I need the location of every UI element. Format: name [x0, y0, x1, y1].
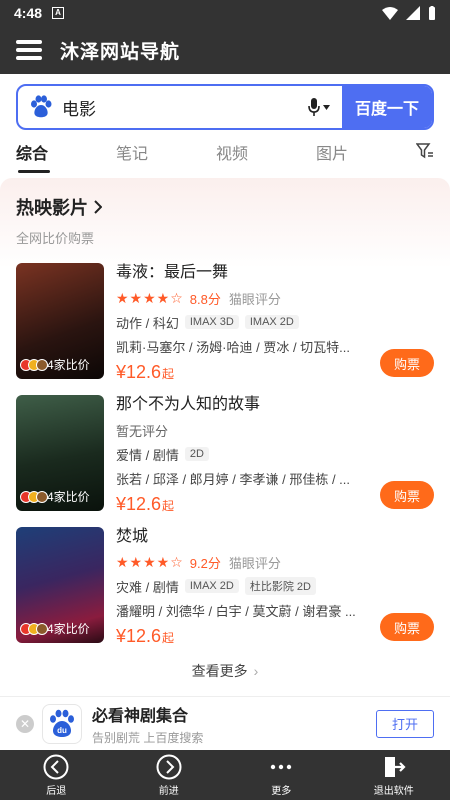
- movie-poster[interactable]: 4家比价: [16, 395, 104, 511]
- status-bar: 4:48 A: [0, 0, 450, 26]
- movie-item[interactable]: 4家比价 那个不为人知的故事 暂无评分 爱情 / 剧情 2D 张若 / 邱泽 /…: [16, 395, 434, 514]
- bottom-nav: 后退 前进 更多 退出软件: [0, 750, 450, 800]
- no-rating-text: 暂无评分: [116, 424, 169, 439]
- chevron-right-icon: ›: [253, 663, 259, 679]
- ad-banner[interactable]: ✕ du 必看神剧集合 告别剧荒 上百度搜索 打开: [0, 696, 450, 750]
- movie-item[interactable]: 4家比价 毒液：最后一舞 ★★★★☆ 8.8分 猫眼评分 动作 / 科幻 IMA…: [16, 263, 434, 382]
- movie-title: 毒液：最后一舞: [116, 264, 229, 281]
- ad-title: 必看神剧集合: [92, 707, 189, 725]
- buy-ticket-button[interactable]: 购票: [380, 613, 434, 641]
- movie-genre: 动作 / 科幻: [116, 315, 179, 331]
- more-icon: [271, 764, 292, 769]
- score-source: 猫眼评分: [228, 291, 281, 307]
- price-compare-badge: 4家比价: [20, 620, 90, 637]
- movie-rating: ★★★★☆ 9.2分 猫眼评分: [116, 553, 434, 571]
- movie-genre: 灾难 / 剧情: [116, 579, 179, 595]
- nav-exit-button[interactable]: 退出软件: [338, 750, 450, 800]
- exit-icon: [384, 756, 406, 777]
- voice-search-button[interactable]: [308, 98, 330, 116]
- price-compare-badge: 4家比价: [20, 488, 90, 505]
- baidu-paw-icon: [31, 95, 52, 118]
- movie-score: 9.2分: [189, 555, 221, 571]
- nav-more-button[interactable]: 更多: [225, 750, 338, 800]
- tab-images[interactable]: 图片: [316, 140, 416, 164]
- ad-subtitle: 告别剧荒 上百度搜索: [92, 730, 204, 745]
- now-showing-card: 热映影片 全网比价购票 4家比价 毒液：最后一舞 ★★★★☆ 8.8分 猫眼评分…: [0, 178, 450, 691]
- signal-icon: [406, 6, 420, 20]
- format-tag: 杜比影院 2D: [244, 577, 316, 595]
- buy-ticket-button[interactable]: 购票: [380, 349, 434, 377]
- search-tabs: 综合 笔记 视频 图片: [0, 130, 450, 174]
- format-tag: IMAX 2D: [184, 579, 239, 593]
- movie-cast: 凯莉·马塞尔 / 汤姆·哈迪 / 贾冰 / 切瓦特...: [116, 340, 351, 355]
- notification-icon: A: [52, 7, 65, 19]
- app-bar: 沐泽网站导航: [0, 26, 450, 74]
- movie-genre: 爱情 / 剧情: [116, 447, 179, 463]
- microphone-icon: [308, 98, 320, 116]
- baidu-logo-icon: du: [42, 703, 82, 744]
- tab-notes[interactable]: 笔记: [116, 140, 216, 164]
- search-input[interactable]: [54, 86, 308, 128]
- forward-icon: [156, 754, 182, 779]
- price-compare-badge: 4家比价: [20, 356, 90, 373]
- movie-score: 8.8分: [189, 291, 221, 307]
- back-icon: [43, 754, 69, 779]
- format-tag: IMAX 3D: [184, 315, 239, 329]
- open-button[interactable]: 打开: [376, 709, 434, 738]
- status-time: 4:48: [14, 5, 43, 21]
- caret-down-icon: [323, 104, 330, 110]
- star-rating-icon: ★★★★☆: [116, 289, 184, 306]
- section-title[interactable]: 热映影片: [16, 194, 434, 220]
- wifi-icon: [382, 6, 398, 20]
- view-more-link[interactable]: 查看更多 ›: [16, 661, 434, 681]
- menu-icon[interactable]: [16, 40, 42, 60]
- movie-title: 那个不为人知的故事: [116, 396, 261, 413]
- svg-text:du: du: [57, 726, 67, 735]
- tab-video[interactable]: 视频: [216, 140, 316, 164]
- battery-icon: [429, 6, 435, 20]
- movie-poster[interactable]: 4家比价: [16, 527, 104, 643]
- movie-item[interactable]: 4家比价 焚城 ★★★★☆ 9.2分 猫眼评分 灾难 / 剧情 IMAX 2D …: [16, 527, 434, 646]
- nav-forward-button[interactable]: 前进: [113, 750, 226, 800]
- score-source: 猫眼评分: [228, 555, 281, 571]
- search-bar: 百度一下: [16, 84, 434, 130]
- app-title: 沐泽网站导航: [60, 41, 181, 63]
- format-tag: 2D: [184, 447, 209, 461]
- section-subtitle: 全网比价购票: [16, 231, 95, 246]
- search-button[interactable]: 百度一下: [342, 86, 432, 128]
- nav-back-button[interactable]: 后退: [0, 750, 113, 800]
- movie-title: 焚城: [116, 528, 149, 545]
- movie-cast: 张若 / 邱泽 / 郎月婷 / 李孝谦 / 邢佳栋 / ...: [116, 472, 351, 487]
- movie-rating: ★★★★☆ 8.8分 猫眼评分: [116, 289, 434, 307]
- tab-all[interactable]: 综合: [16, 140, 116, 173]
- movie-cast: 潘耀明 / 刘德华 / 白宇 / 莫文蔚 / 谢君豪 ...: [116, 604, 356, 619]
- chevron-right-icon: [94, 200, 102, 214]
- close-icon[interactable]: ✕: [16, 714, 34, 733]
- star-rating-icon: ★★★★☆: [116, 553, 184, 570]
- buy-ticket-button[interactable]: 购票: [380, 481, 434, 509]
- movie-poster[interactable]: 4家比价: [16, 263, 104, 379]
- filter-icon[interactable]: [416, 143, 434, 159]
- format-tag: IMAX 2D: [244, 315, 299, 329]
